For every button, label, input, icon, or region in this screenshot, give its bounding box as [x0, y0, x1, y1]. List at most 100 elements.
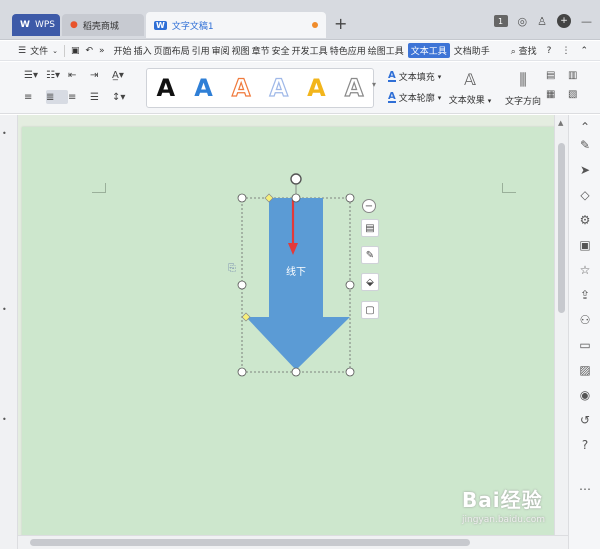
- scroll-up-icon[interactable]: ▲: [558, 119, 563, 127]
- right-sidebar: ⌃ ✎ ➤ ◇ ⚙ ▣ ☆ ⇪ ⚇ ▭ ▨ ◉ ↺ ? ⋯: [568, 115, 600, 549]
- outline-icon[interactable]: ▢: [361, 301, 379, 319]
- chevron-down-icon[interactable]: ⌄: [52, 47, 58, 55]
- collapse-up-icon[interactable]: ⌃: [577, 119, 593, 135]
- line-spacing-icon[interactable]: ↕▾: [112, 90, 134, 104]
- down-arrow-shape[interactable]: [246, 198, 350, 370]
- avatar[interactable]: +: [557, 14, 571, 28]
- search-button[interactable]: ⌕ 查找: [511, 44, 537, 57]
- settings-sliders-icon[interactable]: ⚙: [577, 212, 593, 228]
- backup-icon[interactable]: ◉: [577, 387, 593, 403]
- resize-handle[interactable]: [237, 193, 247, 203]
- collapse-ribbon-icon[interactable]: ⌃: [580, 46, 588, 56]
- text-style-black[interactable]: A: [157, 74, 176, 102]
- menu-features[interactable]: 特色应用: [329, 44, 367, 57]
- textbox-icon[interactable]: ▤: [546, 70, 562, 81]
- align-left-icon[interactable]: ≡: [24, 90, 46, 104]
- text-style-gray[interactable]: A: [344, 73, 364, 102]
- menu-file[interactable]: 文件: [29, 44, 49, 57]
- horizontal-scrollbar[interactable]: [18, 535, 568, 549]
- numbered-list-icon[interactable]: ☷▾: [46, 68, 68, 82]
- help-circle-icon[interactable]: ?: [577, 437, 593, 453]
- pencil-icon[interactable]: ✎: [577, 137, 593, 153]
- horizontal-scroll-thumb[interactable]: [30, 539, 470, 546]
- undo-icon[interactable]: ↶: [85, 46, 93, 56]
- tab-wps[interactable]: W WPS: [12, 14, 60, 36]
- resize-handle[interactable]: [237, 367, 247, 377]
- new-tab-button[interactable]: +: [334, 14, 347, 33]
- text-outline-icon: A: [388, 91, 396, 103]
- resize-handle[interactable]: [345, 193, 355, 203]
- archive-icon[interactable]: ▭: [577, 337, 593, 353]
- gallery-expand-icon[interactable]: ▾: [372, 80, 376, 89]
- text-style-blue[interactable]: A: [194, 74, 213, 102]
- align-center-icon[interactable]: ≣: [46, 90, 68, 104]
- wrap-text-icon[interactable]: ▦: [546, 89, 562, 100]
- document-canvas[interactable]: 线下 ⎘ − ▤ ✎ ⬙ ▢: [18, 115, 568, 537]
- text-style-orange[interactable]: A: [231, 73, 251, 102]
- link-textbox-icon[interactable]: ▧: [568, 89, 584, 100]
- tab-store[interactable]: ● 稻壳商城: [62, 14, 144, 36]
- align-right-icon[interactable]: ≡: [68, 90, 90, 104]
- layout-options-icon[interactable]: ▤: [361, 219, 379, 237]
- text-outline-button[interactable]: A 文本轮廓 ▾: [388, 91, 441, 104]
- pointer-icon[interactable]: ➤: [577, 162, 593, 178]
- hamburger-icon[interactable]: ☰: [18, 46, 26, 56]
- page-count-badge[interactable]: 1: [493, 15, 508, 27]
- anchor-icon[interactable]: ⎘: [228, 263, 236, 274]
- shape-text[interactable]: 线下: [280, 263, 312, 278]
- window-controls: 1 ◎ ♙ + —: [493, 14, 592, 28]
- menu-dev-tools[interactable]: 开发工具: [291, 44, 329, 57]
- history-icon[interactable]: ↺: [577, 412, 593, 428]
- pen-icon[interactable]: ✎: [361, 246, 379, 264]
- menu-doc-assistant[interactable]: 文档助手: [453, 44, 491, 57]
- shape-icon[interactable]: ◇: [577, 187, 593, 203]
- vertical-scrollbar[interactable]: ▲: [554, 115, 568, 535]
- image-icon[interactable]: ▨: [577, 362, 593, 378]
- text-style-yellow[interactable]: A: [307, 74, 326, 102]
- share-icon[interactable]: ⇪: [577, 287, 593, 303]
- picture-icon[interactable]: ▣: [577, 237, 593, 253]
- help-icon[interactable]: ?: [547, 46, 552, 56]
- minimize-icon[interactable]: —: [581, 15, 592, 28]
- bullet-list-icon[interactable]: ☰▾: [24, 68, 46, 82]
- menu-review[interactable]: 审阅: [211, 44, 231, 57]
- resize-handle[interactable]: [291, 193, 301, 203]
- more-icon[interactable]: ⋮: [561, 46, 570, 56]
- collapse-tools-icon[interactable]: −: [362, 199, 376, 213]
- text-fill-button[interactable]: A 文本填充 ▾: [388, 70, 441, 83]
- fill-bucket-icon[interactable]: ⬙: [361, 273, 379, 291]
- skin-icon[interactable]: ◎: [518, 15, 528, 28]
- menu-insert[interactable]: 插入: [133, 44, 153, 57]
- watermark-brand: Bai经验: [462, 488, 543, 512]
- align-text-icon[interactable]: ▥: [568, 70, 584, 81]
- char-spacing-icon[interactable]: A̲▾: [112, 68, 134, 82]
- save-icon[interactable]: ▣: [71, 46, 80, 56]
- more-chevron-icon[interactable]: »: [99, 46, 105, 56]
- watermark-site: jingyan.baidu.com: [462, 515, 546, 525]
- resize-handle[interactable]: [237, 280, 247, 290]
- more-dots-icon[interactable]: ⋯: [577, 481, 593, 497]
- text-effect-button[interactable]: 𝔸 文本效果 ▾: [448, 70, 492, 106]
- rotate-handle-icon[interactable]: [290, 173, 302, 185]
- text-style-light-blue[interactable]: A: [269, 73, 289, 102]
- decrease-indent-icon[interactable]: ⇤: [68, 68, 90, 82]
- increase-indent-icon[interactable]: ⇥: [90, 68, 112, 82]
- star-icon[interactable]: ☆: [577, 262, 593, 278]
- vertical-scroll-thumb[interactable]: [558, 143, 565, 313]
- resize-handle[interactable]: [345, 280, 355, 290]
- menu-page-layout[interactable]: 页面布局: [153, 44, 191, 57]
- menu-start[interactable]: 开始: [113, 44, 133, 57]
- menu-view[interactable]: 视图: [231, 44, 251, 57]
- resize-handle[interactable]: [291, 367, 301, 377]
- shirt-icon[interactable]: ♙: [537, 15, 547, 28]
- resize-handle[interactable]: [345, 367, 355, 377]
- menu-reference[interactable]: 引用: [191, 44, 211, 57]
- menu-security[interactable]: 安全: [271, 44, 291, 57]
- collaborate-icon[interactable]: ⚇: [577, 312, 593, 328]
- menu-drawing-tools[interactable]: 绘图工具: [367, 44, 405, 57]
- justify-icon[interactable]: ☰: [90, 90, 112, 104]
- menu-chapter[interactable]: 章节: [251, 44, 271, 57]
- text-direction-button[interactable]: ⫼ 文字方向: [504, 70, 542, 107]
- menu-text-tools[interactable]: 文本工具: [407, 43, 450, 58]
- tab-document[interactable]: W 文字文稿1: [146, 12, 326, 38]
